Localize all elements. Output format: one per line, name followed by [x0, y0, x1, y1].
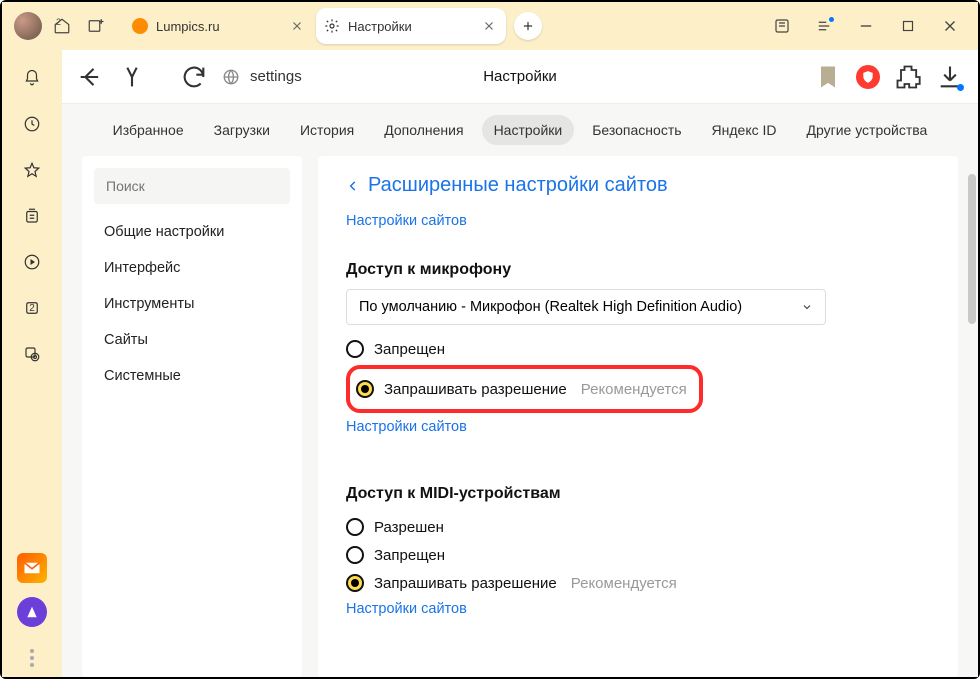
- left-sidebar: 2: [2, 50, 62, 677]
- sidebar-item-sites[interactable]: Сайты: [82, 322, 302, 358]
- settings-sidebar: Общие настройки Интерфейс Инструменты Са…: [82, 156, 302, 677]
- favicon-lumpics: [132, 18, 148, 34]
- main-area: settings Настройки Избранное Загрузки Ис…: [62, 50, 978, 677]
- mic-device-select[interactable]: По умолчанию - Микрофон (Realtek High De…: [346, 289, 826, 325]
- nav-history[interactable]: История: [288, 115, 366, 145]
- tab-title: Lumpics.ru: [156, 19, 282, 34]
- close-icon[interactable]: [482, 19, 496, 33]
- mic-select-value: По умолчанию - Микрофон (Realtek High De…: [359, 299, 742, 315]
- mic-radio-ask[interactable]: Запрашивать разрешение Рекомендуется: [356, 375, 687, 403]
- address-bar: settings Настройки: [62, 50, 978, 104]
- settings-panel: Расширенные настройки сайтов Настройки с…: [318, 156, 958, 677]
- new-tab-button[interactable]: [514, 12, 542, 40]
- more-dots-icon[interactable]: [30, 649, 34, 667]
- yandex-icon[interactable]: [118, 63, 146, 91]
- tab-title: Настройки: [348, 19, 474, 34]
- search-input[interactable]: [94, 168, 290, 204]
- radio-label: Разрешен: [374, 519, 444, 536]
- radio-label: Запрещен: [374, 547, 445, 564]
- tabs-count-icon[interactable]: 2: [16, 292, 48, 324]
- link-site-settings-3[interactable]: Настройки сайтов: [346, 601, 467, 617]
- bookmark-icon[interactable]: [814, 63, 842, 91]
- tab-lumpics[interactable]: Lumpics.ru: [124, 8, 314, 44]
- titlebar: Lumpics.ru Настройки: [2, 2, 978, 50]
- screenshot-icon[interactable]: [16, 338, 48, 370]
- radio-icon: [356, 380, 374, 398]
- radio-label: Запрашивать разрешение: [374, 575, 557, 592]
- play-icon[interactable]: [16, 246, 48, 278]
- radio-icon: [346, 574, 364, 592]
- clock-icon[interactable]: [16, 108, 48, 140]
- reload-button[interactable]: [180, 63, 208, 91]
- mic-heading: Доступ к микрофону: [346, 261, 930, 279]
- adblock-icon[interactable]: [856, 65, 880, 89]
- collections-icon[interactable]: [16, 200, 48, 232]
- settings-topnav: Избранное Загрузки История Дополнения На…: [62, 104, 978, 156]
- chevron-left-icon: [346, 179, 360, 193]
- radio-label: Запрещен: [374, 341, 445, 358]
- chevron-down-icon: [801, 301, 813, 313]
- highlight-annotation: Запрашивать разрешение Рекомендуется: [346, 365, 703, 413]
- mail-icon[interactable]: [17, 553, 47, 583]
- midi-radio-ask[interactable]: Запрашивать разрешение Рекомендуется: [346, 569, 930, 597]
- minimize-icon[interactable]: [850, 12, 882, 40]
- mic-radio-deny[interactable]: Запрещен: [346, 335, 930, 363]
- url-text: settings: [250, 68, 302, 85]
- recommended-label: Рекомендуется: [571, 575, 677, 592]
- breadcrumb-back[interactable]: Расширенные настройки сайтов: [346, 174, 930, 197]
- link-site-settings-2[interactable]: Настройки сайтов: [346, 419, 467, 435]
- nav-favorites[interactable]: Избранное: [101, 115, 196, 145]
- midi-heading: Доступ к MIDI-устройствам: [346, 485, 930, 503]
- new-window-icon[interactable]: [82, 12, 110, 40]
- downloads-icon[interactable]: [936, 63, 964, 91]
- settings-search: [94, 168, 290, 204]
- scrollbar-thumb[interactable]: [968, 174, 976, 324]
- nav-settings[interactable]: Настройки: [482, 115, 575, 145]
- tab-strip: Lumpics.ru Настройки: [124, 8, 760, 44]
- reader-icon[interactable]: [766, 12, 798, 40]
- close-icon[interactable]: [290, 19, 304, 33]
- menu-lines-icon[interactable]: [808, 12, 840, 40]
- extensions-icon[interactable]: [894, 63, 922, 91]
- window-close-icon[interactable]: [934, 12, 966, 40]
- nav-security[interactable]: Безопасность: [580, 115, 693, 145]
- alice-icon[interactable]: [17, 597, 47, 627]
- sidebar-item-tools[interactable]: Инструменты: [82, 286, 302, 322]
- page-title: Настройки: [483, 68, 557, 85]
- site-lock-icon: [222, 68, 240, 86]
- nav-other-devices[interactable]: Другие устройства: [795, 115, 940, 145]
- midi-radio-deny[interactable]: Запрещен: [346, 541, 930, 569]
- link-site-settings-1[interactable]: Настройки сайтов: [346, 213, 467, 229]
- sidebar-item-system[interactable]: Системные: [82, 358, 302, 394]
- sidebar-item-interface[interactable]: Интерфейс: [82, 250, 302, 286]
- nav-yandex-id[interactable]: Яндекс ID: [700, 115, 789, 145]
- breadcrumb-text: Расширенные настройки сайтов: [368, 174, 668, 197]
- back-button[interactable]: [76, 63, 104, 91]
- nav-downloads[interactable]: Загрузки: [202, 115, 282, 145]
- radio-icon: [346, 340, 364, 358]
- maximize-icon[interactable]: [892, 12, 924, 40]
- gear-icon: [324, 18, 340, 34]
- settings-content: Избранное Загрузки История Дополнения На…: [62, 104, 978, 677]
- star-icon[interactable]: [16, 154, 48, 186]
- sidebar-item-general[interactable]: Общие настройки: [82, 214, 302, 250]
- profile-avatar[interactable]: [14, 12, 42, 40]
- recommended-label: Рекомендуется: [581, 381, 687, 398]
- midi-radio-allow[interactable]: Разрешен: [346, 513, 930, 541]
- home-icon[interactable]: [48, 12, 76, 40]
- radio-label: Запрашивать разрешение: [384, 381, 567, 398]
- bell-icon[interactable]: [16, 62, 48, 94]
- radio-icon: [346, 518, 364, 536]
- radio-icon: [346, 546, 364, 564]
- nav-addons[interactable]: Дополнения: [372, 115, 475, 145]
- tab-settings[interactable]: Настройки: [316, 8, 506, 44]
